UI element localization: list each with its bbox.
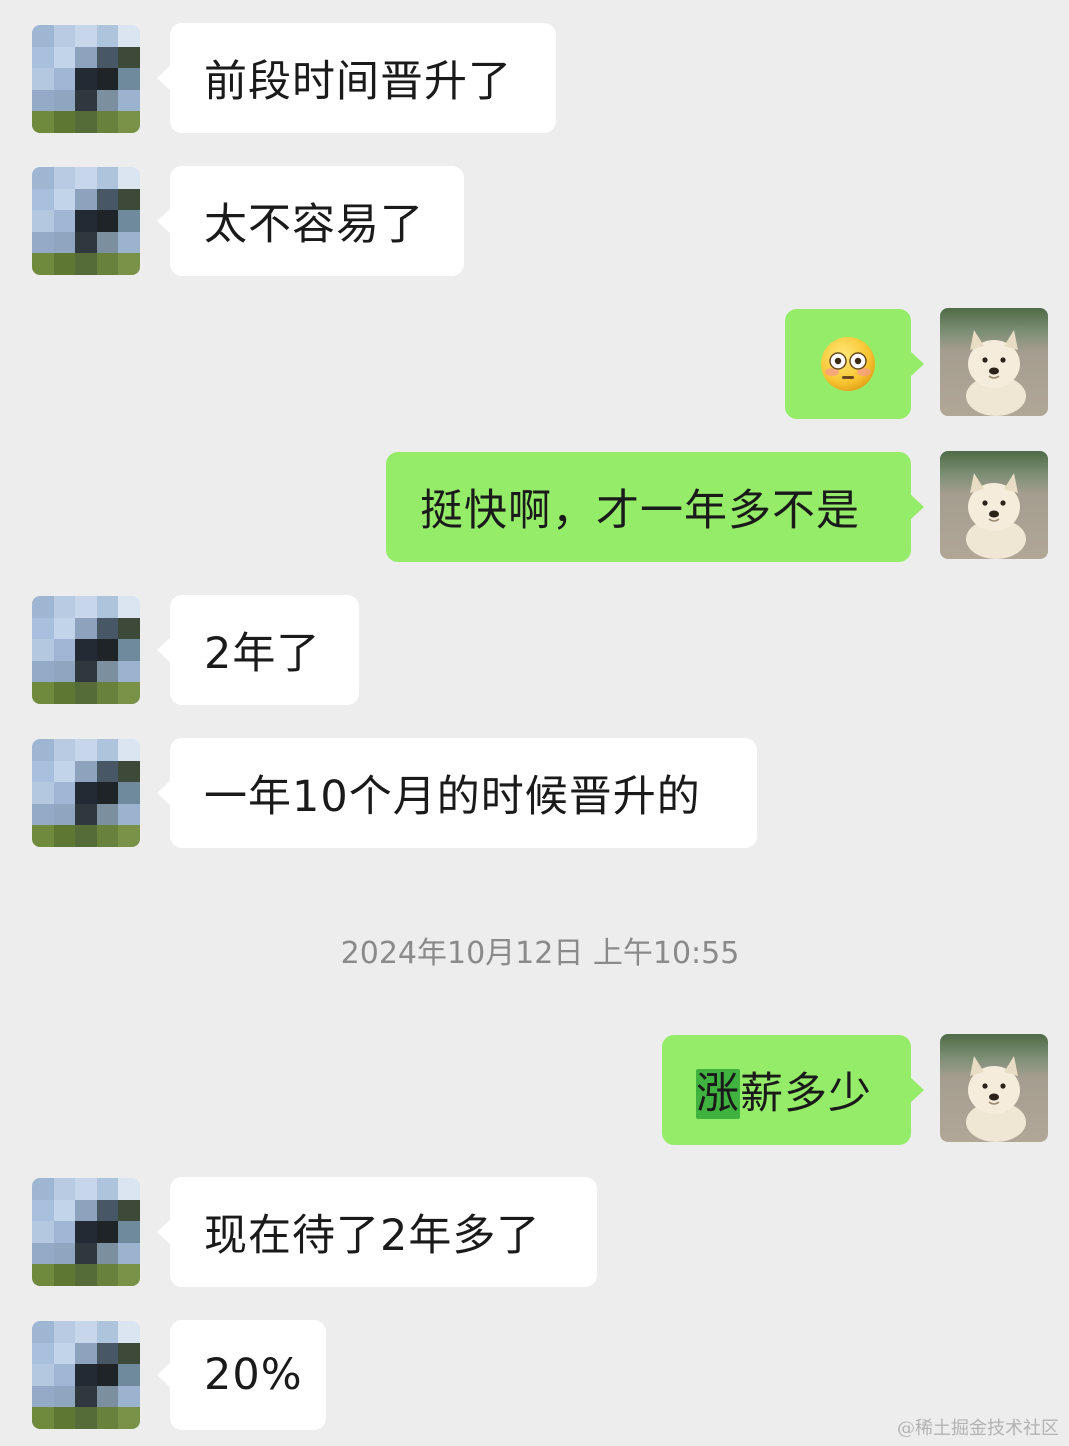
pixelated-avatar-image [32, 1178, 140, 1286]
user-avatar[interactable] [940, 1034, 1048, 1142]
contact-avatar[interactable] [32, 167, 140, 275]
message-bubble-outgoing[interactable] [785, 309, 924, 419]
dog-icon [966, 1056, 1026, 1142]
selected-text-highlight: 涨 [696, 1069, 740, 1119]
message-bubble-incoming[interactable]: 现在待了2年多了 [157, 1177, 597, 1287]
chat-timestamp: 2024年10月12日 上午10:55 [340, 936, 740, 971]
contact-avatar[interactable] [32, 1178, 140, 1286]
message-bubble-incoming[interactable]: 太不容易了 [157, 166, 464, 276]
message-bubble-incoming[interactable]: 一年10个月的时候晋升的 [157, 738, 757, 848]
message-text: 前段时间晋升了 [204, 57, 512, 107]
message-bubble-incoming[interactable]: 前段时间晋升了 [157, 23, 556, 133]
message-text: 挺快啊，才一年多不是 [420, 486, 860, 536]
pixelated-avatar-image [32, 596, 140, 704]
message-text: 2年了 [204, 629, 321, 679]
dog-photo [940, 308, 1048, 416]
dog-photo [940, 451, 1048, 559]
message-text: 现在待了2年多了 [204, 1211, 541, 1261]
contact-avatar[interactable] [32, 25, 140, 133]
dog-icon [966, 473, 1026, 559]
flushed-face-emoji-icon [821, 337, 875, 391]
contact-avatar[interactable] [32, 739, 140, 847]
contact-avatar[interactable] [32, 596, 140, 704]
contact-avatar[interactable] [32, 1321, 140, 1429]
pixelated-avatar-image [32, 739, 140, 847]
message-text: 太不容易了 [204, 200, 424, 250]
user-avatar[interactable] [940, 308, 1048, 416]
message-bubble-outgoing[interactable]: 涨薪多少 [662, 1035, 924, 1145]
message-text: 一年10个月的时候晋升的 [204, 772, 701, 822]
dog-photo [940, 1034, 1048, 1142]
pixelated-avatar-image [32, 25, 140, 133]
user-avatar[interactable] [940, 451, 1048, 559]
watermark: @稀土掘金技术社区 [897, 1418, 1059, 1439]
message-text: 20% [204, 1350, 303, 1400]
pixelated-avatar-image [32, 167, 140, 275]
message-bubble-incoming[interactable]: 2年了 [157, 595, 359, 705]
message-text-rest: 薪多少 [740, 1069, 872, 1119]
message-bubble-outgoing[interactable]: 挺快啊，才一年多不是 [386, 452, 924, 562]
pixelated-avatar-image [32, 1321, 140, 1429]
dog-icon [966, 330, 1026, 416]
message-bubble-incoming[interactable]: 20% [157, 1320, 326, 1430]
message-text: 涨薪多少 [696, 1059, 872, 1121]
